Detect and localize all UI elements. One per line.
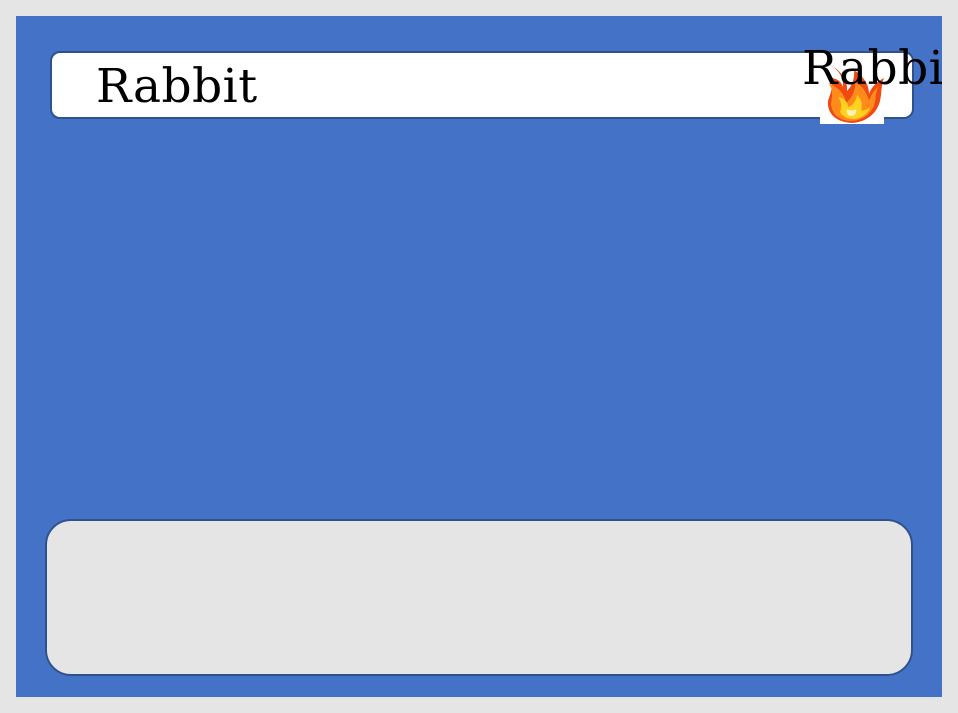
fire-icon — [822, 61, 884, 123]
card-frame: Rabbit — [16, 16, 942, 697]
card-name: Rabbit — [96, 59, 258, 114]
type-badge — [820, 59, 884, 124]
card-text-box — [45, 519, 913, 676]
name-bar: Rabbit — [50, 51, 914, 124]
